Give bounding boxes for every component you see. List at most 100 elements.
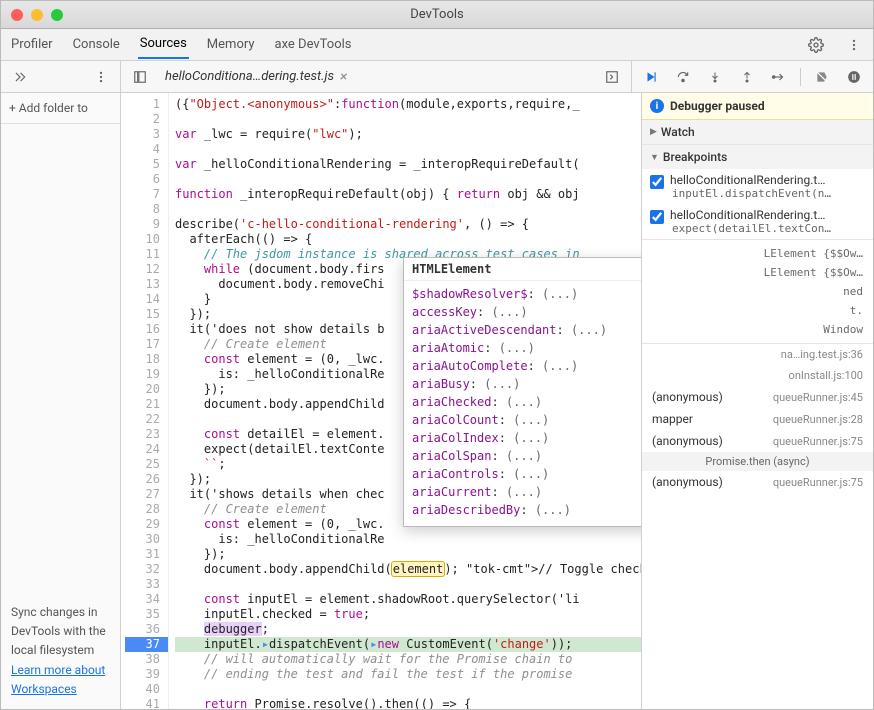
line-number[interactable]: 2 [125, 112, 160, 127]
tooltip-property[interactable]: ariaAutoComplete: (...) [412, 357, 641, 375]
step-over-icon[interactable] [672, 66, 694, 88]
line-number[interactable]: 8 [125, 202, 160, 217]
line-number[interactable]: 10 [125, 232, 160, 247]
code-line[interactable]: inputEl.▸dispatchEvent(▸new CustomEvent(… [175, 637, 641, 652]
code-line[interactable]: debugger; [175, 622, 641, 637]
scope-item[interactable]: LElement {$$Ow… [642, 244, 873, 263]
line-number[interactable]: 13 [125, 277, 160, 292]
line-number[interactable]: 20 [125, 382, 160, 397]
line-number[interactable]: 11 [125, 247, 160, 262]
tooltip-property[interactable]: ariaColIndex: (...) [412, 429, 641, 447]
code-line[interactable]: inputEl.checked = true; [175, 607, 641, 622]
deactivate-breakpoints-icon[interactable] [811, 66, 833, 88]
tooltip-property[interactable]: ariaAtomic: (...) [412, 339, 641, 357]
callstack-frame[interactable]: (anonymous)queueRunner.js:75 [642, 471, 873, 493]
tooltip-property[interactable]: ariaActiveDescendant: (...) [412, 321, 641, 339]
code-line[interactable]: return Promise.resolve().then(() => { [175, 697, 641, 709]
window-close-button[interactable] [11, 9, 23, 21]
code-line[interactable] [175, 142, 641, 157]
breakpoint-item[interactable]: helloConditionalRendering.t…expect(detai… [642, 204, 873, 239]
breakpoint-item[interactable]: helloConditionalRendering.t…inputEl.disp… [642, 169, 873, 204]
tab-axe-devtools[interactable]: axe DevTools [273, 31, 354, 58]
resume-icon[interactable] [640, 66, 662, 88]
callstack-frame[interactable]: (anonymous)queueRunner.js:75 [642, 430, 873, 452]
tooltip-property[interactable]: ariaChecked: (...) [412, 393, 641, 411]
code-line[interactable] [175, 112, 641, 127]
line-number[interactable]: 41 [125, 697, 160, 709]
callstack-frame[interactable]: onInstall.js:100 [642, 365, 873, 386]
step-icon[interactable] [768, 66, 790, 88]
code-editor[interactable]: 1234567891011121314151617181920212223242… [121, 93, 641, 709]
code-line[interactable] [175, 202, 641, 217]
tab-memory[interactable]: Memory [205, 31, 257, 58]
line-number[interactable]: 19 [125, 367, 160, 382]
line-number[interactable]: 37 [125, 637, 168, 652]
tab-profiler[interactable]: Profiler [9, 31, 55, 58]
line-number[interactable]: 29 [125, 517, 160, 532]
line-number[interactable]: 5 [125, 157, 160, 172]
callstack-frame[interactable]: mapperqueueRunner.js:28 [642, 408, 873, 430]
file-list-icon[interactable] [129, 66, 151, 88]
line-number[interactable]: 17 [125, 337, 160, 352]
navigator-expand-icon[interactable] [9, 66, 31, 88]
line-number[interactable]: 31 [125, 547, 160, 562]
workspaces-link[interactable]: Workspaces [11, 680, 110, 699]
object-inspector-tooltip[interactable]: HTMLElement $shadowResolver$: (...)acces… [403, 257, 641, 527]
code-line[interactable]: afterEach(() => { [175, 232, 641, 247]
line-number[interactable]: 28 [125, 502, 160, 517]
line-number[interactable]: 22 [125, 412, 160, 427]
tooltip-property[interactable]: ariaColCount: (...) [412, 411, 641, 429]
tab-console[interactable]: Console [71, 31, 122, 58]
code-line[interactable]: const inputEl = element.shadowRoot.query… [175, 592, 641, 607]
line-number[interactable]: 36 [125, 622, 160, 637]
line-number[interactable]: 25 [125, 457, 160, 472]
tooltip-property[interactable]: accessKey: (...) [412, 303, 641, 321]
step-into-icon[interactable] [704, 66, 726, 88]
code-line[interactable] [175, 577, 641, 592]
code-line[interactable]: // will automatically wait for the Promi… [175, 652, 641, 667]
tooltip-property[interactable]: ariaBusy: (...) [412, 375, 641, 393]
scope-item[interactable]: t. [642, 301, 873, 320]
window-minimize-button[interactable] [31, 9, 43, 21]
line-gutter[interactable]: 1234567891011121314151617181920212223242… [121, 93, 169, 709]
line-number[interactable]: 1 [125, 97, 160, 112]
code-line[interactable]: var _helloConditionalRendering = _intero… [175, 157, 641, 172]
file-more-icon[interactable] [601, 66, 623, 88]
code-line[interactable]: // ending the test and fail the test if … [175, 667, 641, 682]
line-number[interactable]: 39 [125, 667, 160, 682]
watch-section-header[interactable]: ▶ Watch [642, 120, 873, 144]
breakpoint-checkbox[interactable] [650, 175, 664, 189]
tooltip-property[interactable]: $shadowResolver$: (...) [412, 285, 641, 303]
breakpoints-section-header[interactable]: ▼ Breakpoints [642, 145, 873, 169]
tooltip-property[interactable]: ariaColSpan: (...) [412, 447, 641, 465]
line-number[interactable]: 35 [125, 607, 160, 622]
code-line[interactable]: var _lwc = require("lwc"); [175, 127, 641, 142]
more-icon[interactable] [843, 34, 865, 56]
line-number[interactable]: 23 [125, 427, 160, 442]
line-number[interactable]: 14 [125, 292, 160, 307]
code-line[interactable]: describe('c-hello-conditional-rendering'… [175, 217, 641, 232]
scope-item[interactable]: Window [642, 320, 873, 339]
line-number[interactable]: 33 [125, 577, 160, 592]
line-number[interactable]: 9 [125, 217, 160, 232]
code-line[interactable]: }); [175, 547, 641, 562]
line-number[interactable]: 18 [125, 352, 160, 367]
code-line[interactable] [175, 172, 641, 187]
pause-exceptions-icon[interactable] [843, 66, 865, 88]
step-out-icon[interactable] [736, 66, 758, 88]
code-line[interactable] [175, 682, 641, 697]
line-number[interactable]: 7 [125, 187, 160, 202]
add-folder-button[interactable]: + Add folder to [1, 93, 120, 124]
callstack-frame[interactable]: (anonymous)queueRunner.js:45 [642, 386, 873, 408]
breakpoint-checkbox[interactable] [650, 210, 664, 224]
tooltip-property[interactable]: ariaCurrent: (...) [412, 483, 641, 501]
navigator-more-icon[interactable] [90, 66, 112, 88]
scope-item[interactable]: LElement {$$Ow… [642, 263, 873, 282]
line-number[interactable]: 3 [125, 127, 160, 142]
code-line[interactable]: document.body.appendChild(element); "tok… [175, 562, 641, 577]
line-number[interactable]: 34 [125, 592, 160, 607]
line-number[interactable]: 21 [125, 397, 160, 412]
line-number[interactable]: 26 [125, 472, 160, 487]
code-line[interactable]: function _interopRequireDefault(obj) { r… [175, 187, 641, 202]
line-number[interactable]: 27 [125, 487, 160, 502]
